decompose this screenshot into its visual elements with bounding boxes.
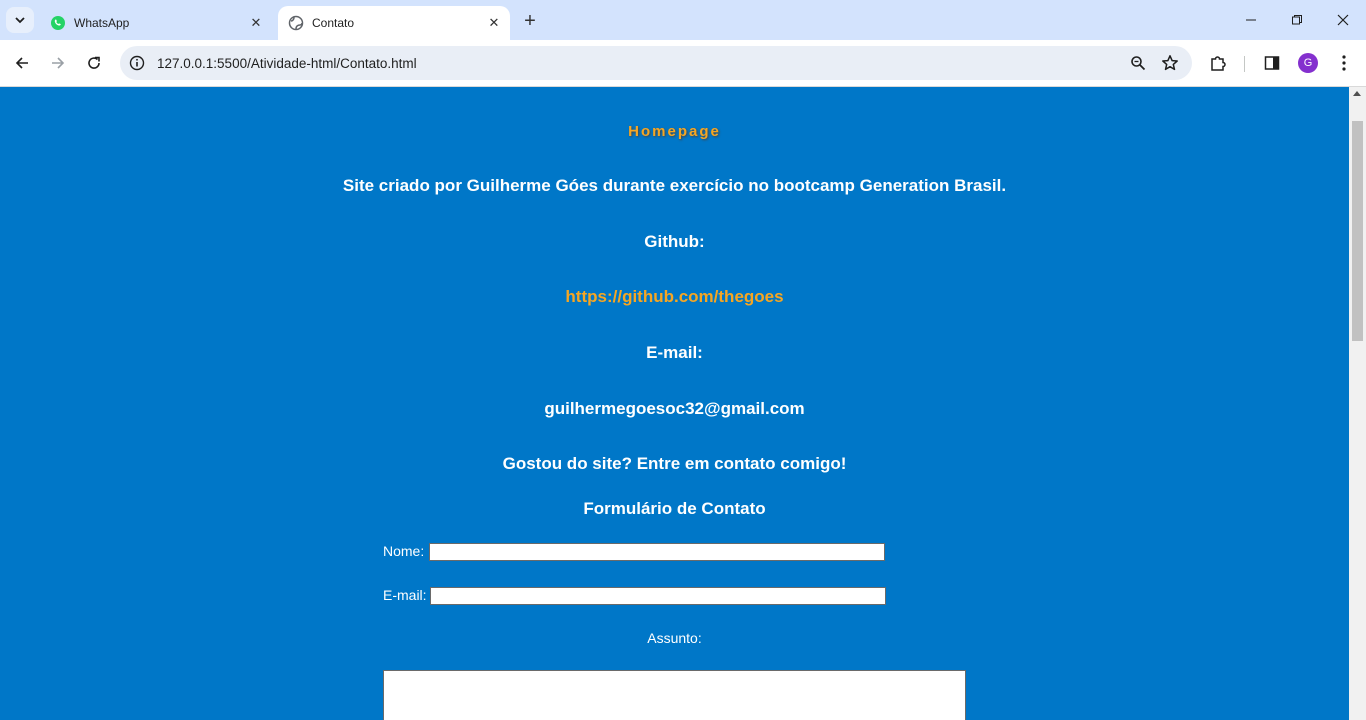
tab-whatsapp[interactable]: WhatsApp ✕: [40, 6, 272, 40]
arrow-left-icon: [15, 57, 28, 69]
reload-icon: [88, 56, 100, 69]
puzzle-icon: [1211, 56, 1226, 71]
contact-cta: Gostou do site? Entre em contato comigo!: [502, 454, 847, 473]
subject-label: Assunto:: [647, 630, 702, 646]
tab-strip: WhatsApp ✕ Contato ✕ +: [0, 0, 1366, 40]
email-field-label: E-mail:: [383, 587, 427, 603]
zoom-icon[interactable]: [1126, 51, 1150, 75]
avatar: G: [1298, 53, 1318, 73]
tab-title: WhatsApp: [74, 16, 130, 30]
close-icon: [1337, 14, 1349, 26]
tab-contato[interactable]: Contato ✕: [278, 6, 510, 40]
email-label: E-mail:: [646, 343, 703, 362]
tab-search-button[interactable]: [6, 7, 34, 33]
browser-toolbar: 127.0.0.1:5500/Atividade-html/Contato.ht…: [0, 40, 1366, 87]
tab-title: Contato: [312, 16, 355, 30]
scrollbar-thumb[interactable]: [1352, 121, 1363, 341]
side-panel-icon: [1264, 56, 1280, 70]
form-title: Formulário de Contato: [583, 499, 766, 518]
menu-button[interactable]: [1330, 49, 1358, 77]
scroll-up-icon[interactable]: [1353, 91, 1361, 96]
homepage-link[interactable]: Homepage: [0, 123, 1349, 140]
name-input[interactable]: [429, 543, 885, 561]
profile-button[interactable]: G: [1294, 49, 1322, 77]
close-tab-icon[interactable]: ✕: [246, 13, 266, 33]
name-label: Nome:: [383, 543, 425, 559]
side-panel-button[interactable]: [1258, 49, 1286, 77]
subject-textarea[interactable]: [383, 670, 966, 720]
github-label: Github:: [644, 232, 705, 251]
close-tab-icon[interactable]: ✕: [484, 13, 504, 33]
address-bar[interactable]: 127.0.0.1:5500/Atividade-html/Contato.ht…: [120, 46, 1192, 80]
page-content: Homepage Site criado por Guilherme Góes …: [0, 87, 1349, 720]
url-text: 127.0.0.1:5500/Atividade-html/Contato.ht…: [157, 55, 417, 71]
forward-button[interactable]: [44, 49, 72, 77]
whatsapp-icon: [51, 16, 65, 30]
kebab-menu-icon: [1342, 55, 1346, 71]
restore-icon: [1292, 15, 1302, 25]
arrow-right-icon: [52, 57, 65, 69]
new-tab-button[interactable]: +: [518, 9, 542, 33]
toolbar-divider: [1244, 56, 1245, 72]
page-scrollbar[interactable]: [1349, 87, 1366, 720]
chevron-down-icon: [15, 17, 25, 24]
email-input[interactable]: [430, 587, 886, 605]
minimize-button[interactable]: [1228, 0, 1274, 40]
intro-text: Site criado por Guilherme Góes durante e…: [342, 176, 1007, 195]
github-link[interactable]: https://github.com/thegoes: [0, 287, 1349, 307]
back-button[interactable]: [8, 49, 36, 77]
extensions-button[interactable]: [1204, 49, 1232, 77]
close-window-button[interactable]: [1320, 0, 1366, 40]
email-value: guilhermegoesoc32@gmail.com: [544, 399, 805, 418]
bookmark-star-icon[interactable]: [1158, 51, 1182, 75]
reload-button[interactable]: [80, 49, 108, 77]
globe-icon: [288, 15, 304, 31]
minimize-icon: [1246, 19, 1256, 21]
site-info-icon[interactable]: [120, 46, 154, 80]
restore-button[interactable]: [1274, 0, 1320, 40]
